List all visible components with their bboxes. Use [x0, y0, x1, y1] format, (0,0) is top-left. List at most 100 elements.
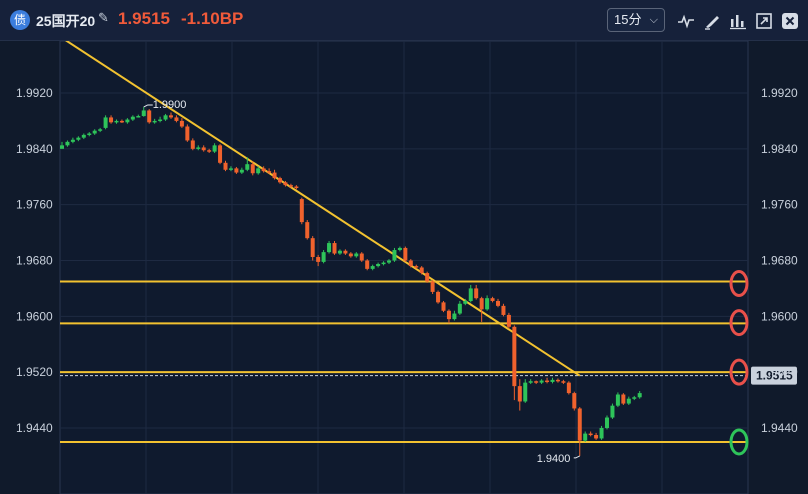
y-tick-label: 1.9920 — [16, 86, 53, 100]
candle-body — [179, 120, 184, 127]
candle-body — [381, 262, 386, 265]
candle-body — [436, 291, 441, 303]
candle-body — [294, 186, 299, 189]
candle-body — [201, 147, 206, 151]
candle-body — [158, 119, 163, 122]
price-chart[interactable]: 1.9515 1.99201.98401.97601.96801.96001.9… — [0, 41, 808, 494]
candle-body — [136, 116, 141, 118]
candle-body — [87, 133, 92, 135]
y-tick-label: 1.9520 — [16, 365, 53, 379]
candle-body — [114, 120, 119, 123]
candle-body — [234, 168, 239, 173]
candle-body — [517, 386, 522, 402]
candle-body — [239, 169, 244, 173]
candle-body — [572, 393, 577, 409]
chevron-down-icon: ⌵ — [649, 13, 658, 26]
candle-body — [539, 380, 544, 383]
bar-chart-icon[interactable] — [728, 11, 748, 31]
candle-body — [288, 185, 293, 187]
candle-body — [408, 260, 413, 267]
candle-body — [512, 326, 517, 387]
chart-header: 债 25国开20 ✎ 1.9515 -1.10BP 15分 ⌵ — [0, 0, 808, 41]
candle-body — [109, 117, 114, 123]
candle-body — [485, 298, 490, 310]
candle-body — [555, 379, 560, 382]
candle-body — [207, 150, 212, 152]
candle-body — [610, 405, 615, 418]
candle-body — [545, 380, 550, 383]
draw-tool-icon[interactable] — [702, 11, 722, 31]
candle-body — [92, 130, 97, 134]
y-tick-label: 1.9760 — [16, 198, 53, 212]
candle-body — [528, 381, 533, 383]
y-tick-label: 1.9600 — [16, 309, 53, 323]
candle-body — [403, 247, 408, 261]
y-tick-label: 1.9440 — [16, 421, 53, 435]
candle-body — [278, 178, 282, 183]
candle-body — [419, 267, 424, 274]
candle-body — [501, 305, 506, 315]
candle-body — [70, 139, 75, 142]
y-tick-label: 1.9440 — [761, 421, 798, 435]
candle-body — [196, 147, 201, 149]
candle-body — [261, 168, 266, 172]
y-tick-label: 1.9520 — [761, 365, 798, 379]
candle-body — [310, 238, 315, 258]
candle-body — [337, 250, 342, 254]
last-price: 1.9515 — [118, 9, 170, 28]
candle-body — [365, 260, 370, 269]
candle-body — [152, 120, 157, 123]
candle-body — [534, 381, 539, 383]
candle-body — [441, 302, 446, 311]
instrument-name[interactable]: 25国开20 — [36, 11, 95, 31]
edit-icon[interactable]: ✎ — [98, 11, 109, 26]
candle-body — [594, 434, 599, 439]
y-tick-label: 1.9760 — [761, 198, 798, 212]
candle-body — [452, 313, 457, 320]
candle-body — [125, 119, 130, 123]
bond-badge: 债 — [10, 10, 30, 30]
candle-body — [615, 394, 620, 406]
candle-body — [637, 393, 642, 398]
candle-body — [490, 298, 495, 301]
y-tick-label: 1.9680 — [761, 254, 798, 268]
candle-body — [272, 172, 277, 179]
candle-body — [190, 140, 195, 149]
candle-body — [332, 243, 337, 254]
candle-body — [474, 288, 479, 299]
candle-body — [457, 303, 462, 314]
candle-body — [387, 260, 391, 263]
period-select[interactable]: 15分 ⌵ — [607, 8, 665, 32]
candle-body — [583, 433, 588, 441]
candle-body — [621, 394, 626, 404]
candle-body — [223, 162, 228, 170]
candle-body — [299, 199, 304, 223]
candle-body — [81, 134, 86, 138]
indicator-icon[interactable] — [676, 11, 696, 31]
candle-body — [588, 433, 593, 436]
candle-body — [359, 253, 364, 261]
y-tick-label: 1.9840 — [16, 142, 53, 156]
period-label: 15分 — [614, 12, 642, 27]
candle-body — [354, 253, 359, 257]
y-tick-label: 1.9840 — [761, 142, 798, 156]
price-change: -1.10BP — [181, 9, 244, 28]
candle-body — [316, 257, 321, 262]
candle-body — [174, 117, 179, 121]
close-icon[interactable] — [780, 11, 800, 31]
candle-body — [305, 222, 310, 239]
candle-body — [425, 273, 430, 282]
candle-body — [370, 266, 375, 269]
candle-body — [163, 115, 168, 120]
candle-body — [479, 298, 484, 310]
y-tick-label: 1.9680 — [16, 254, 53, 268]
y-tick-label: 1.9920 — [761, 86, 798, 100]
candle-body — [605, 417, 609, 428]
candle-body — [212, 145, 217, 152]
candle-body — [343, 250, 348, 254]
y-axis-left: 1.9920 1.9840 1.9760 1.9680 1.9600 1.9520 1.94… — [16, 86, 53, 435]
low-label: 1.9400 — [537, 453, 571, 465]
expand-icon[interactable] — [754, 11, 774, 31]
candle-body — [414, 266, 419, 268]
candle-body — [245, 164, 250, 170]
